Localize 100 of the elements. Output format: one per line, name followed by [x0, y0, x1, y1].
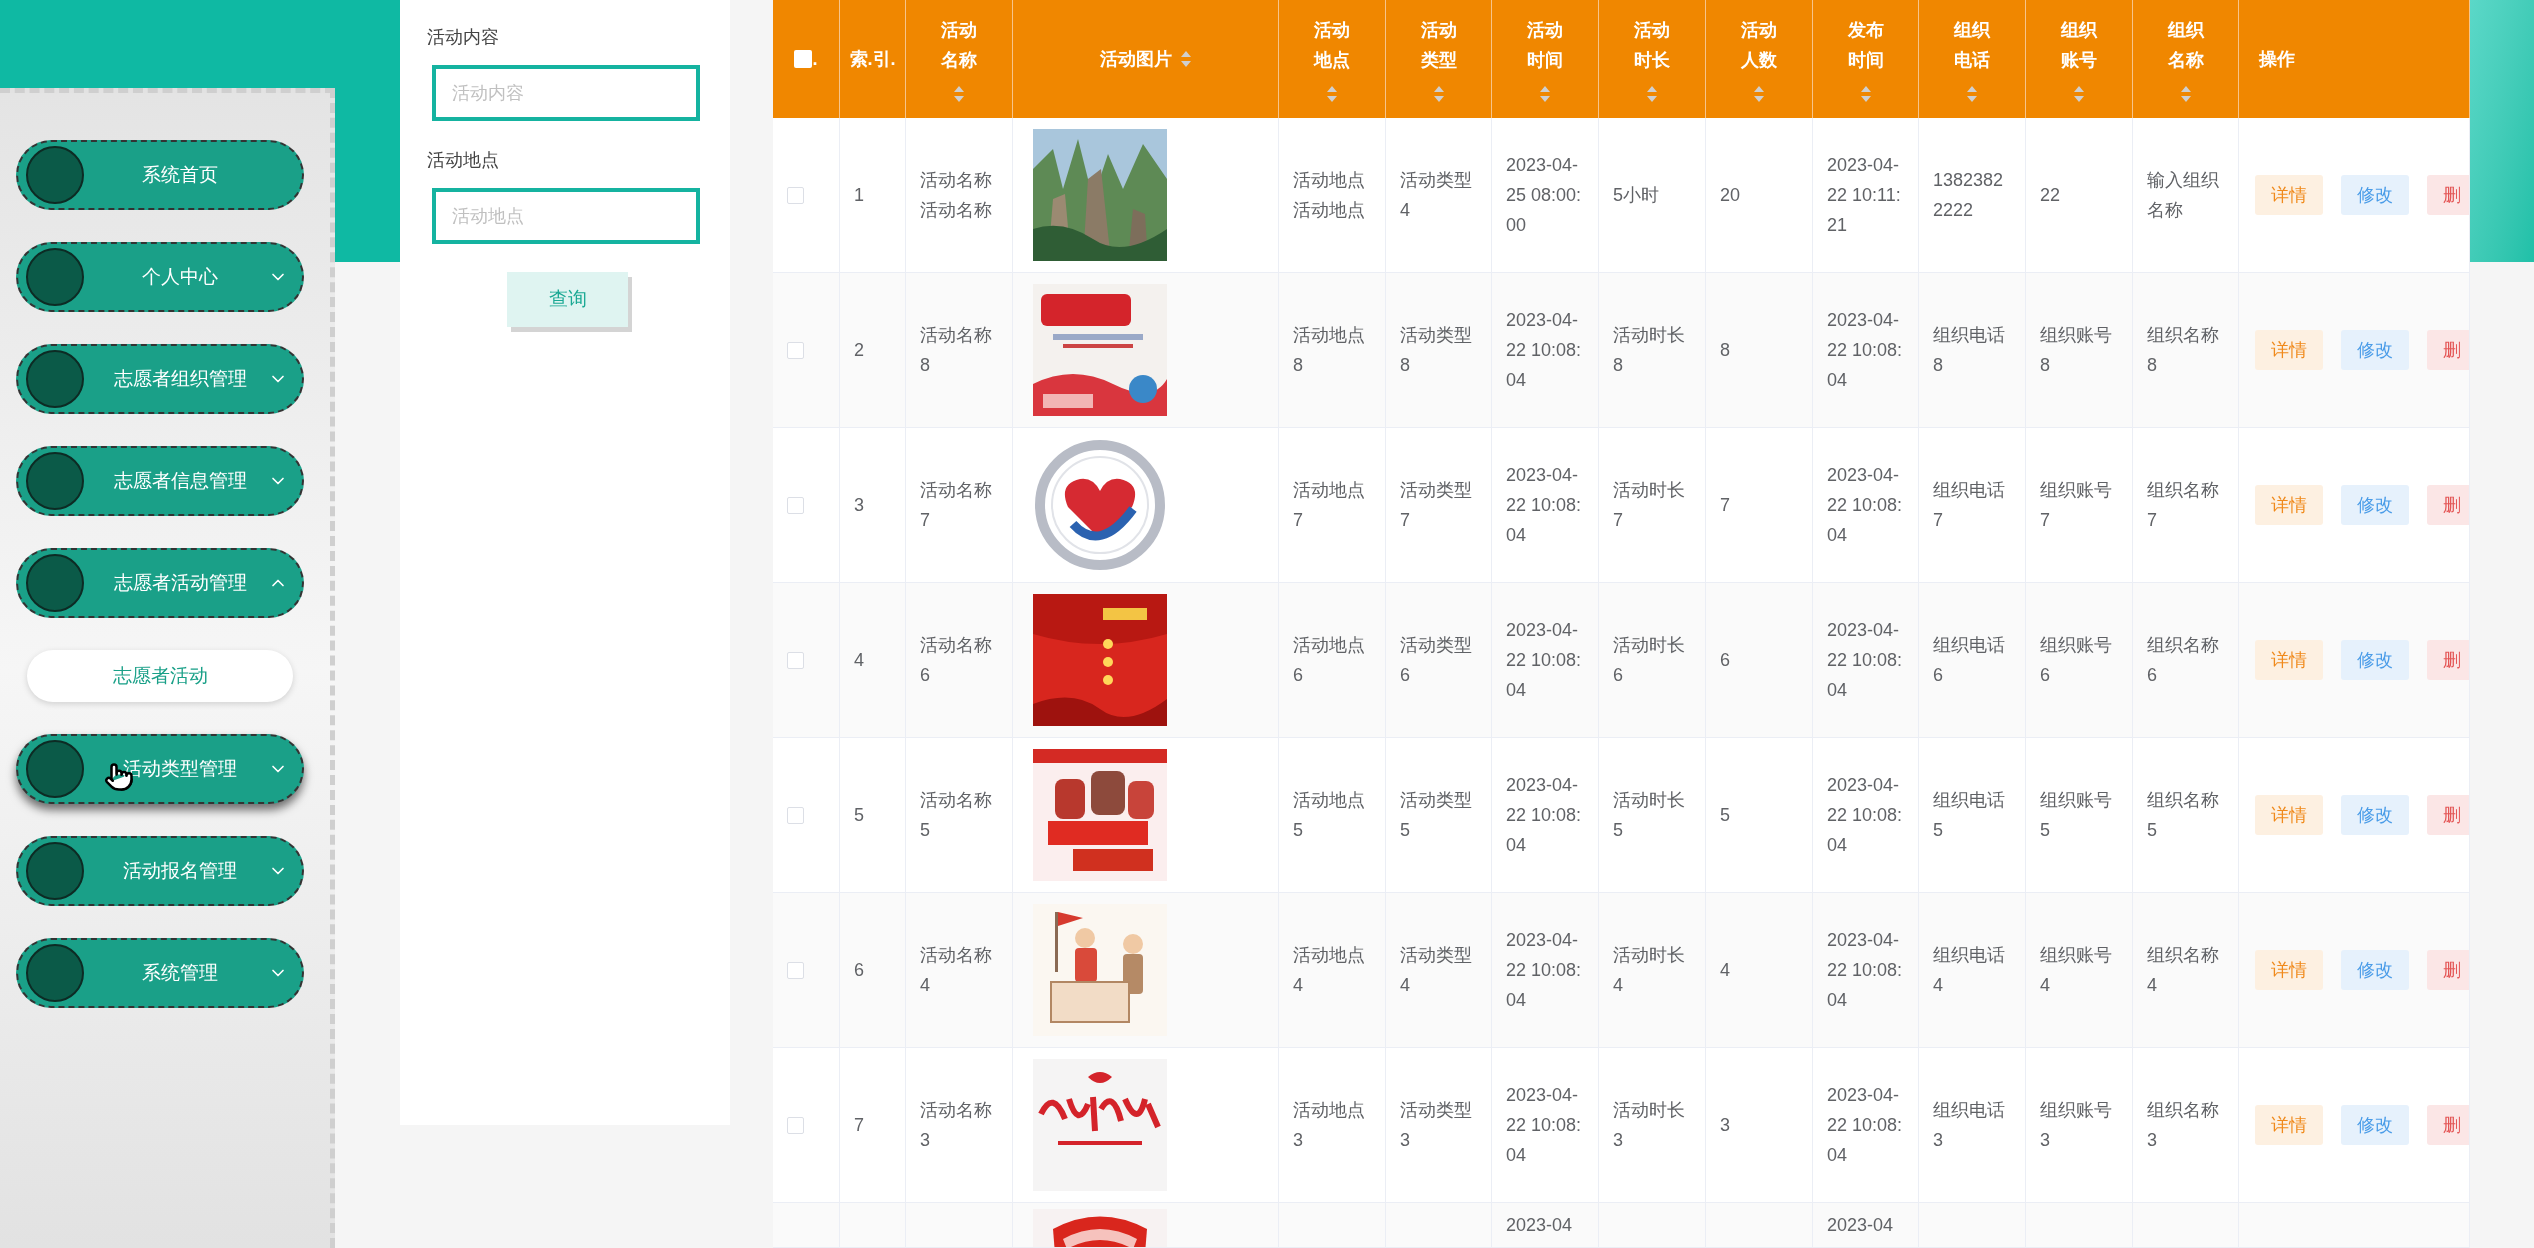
row-checkbox[interactable] [787, 806, 804, 824]
table-cell-text: 2023-04-22 10:08:04 [1826, 1084, 1904, 1167]
edit-button[interactable]: 修改 [2341, 1105, 2409, 1145]
table-cell-text: 2 [853, 339, 865, 362]
header-text[interactable]: 发布时间 [1846, 15, 1885, 75]
table-cell-text: 活动时长4 [1612, 944, 1686, 997]
table-cell-text: 组织账号8 [2039, 324, 2113, 377]
sort-icon[interactable] [1179, 50, 1192, 68]
table-cell-text: 2023-04-22 10:08:04 [1505, 1084, 1583, 1167]
sort-icon[interactable] [2179, 85, 2192, 103]
table-cell-text: 2023-04-22 10:08:04 [1826, 774, 1904, 857]
table-cell-text: 2023-04-22 10:08:04 [1505, 619, 1583, 702]
submenu-item[interactable]: 志愿者活动 [27, 650, 293, 702]
detail-button[interactable]: 详情 [2255, 640, 2323, 680]
sidebar-item[interactable]: 活动报名管理 [16, 836, 304, 906]
header-text: 操作 [2258, 47, 2296, 71]
search-field[interactable]: 活动地点 [432, 188, 700, 244]
header-text[interactable]: 活动时长 [1633, 15, 1671, 75]
row-checkbox[interactable] [787, 1116, 804, 1134]
table-cell-text: 6 [1719, 649, 1731, 672]
detail-button[interactable]: 详情 [2255, 175, 2323, 215]
detail-button[interactable]: 详情 [2255, 950, 2323, 990]
edit-button[interactable]: 修改 [2341, 175, 2409, 215]
header-text[interactable]: 组织名称 [2166, 15, 2205, 75]
table-cell-text: 13823822222 [1932, 169, 2005, 222]
delete-button[interactable]: 删 [2427, 1105, 2469, 1145]
edit-button[interactable]: 修改 [2341, 640, 2409, 680]
header-text[interactable]: 组织电话 [1953, 15, 1991, 75]
table-cell-text: 活动名称3 [919, 1099, 993, 1152]
delete-button[interactable]: 删 [2427, 640, 2469, 680]
sidebar-item[interactable]: 志愿者信息管理 [16, 446, 304, 516]
sort-icon[interactable] [1646, 85, 1658, 103]
header-text[interactable]: 活动人数 [1740, 15, 1778, 75]
header-text[interactable]: 索.引. [849, 44, 896, 74]
edit-button[interactable]: 修改 [2341, 795, 2409, 835]
table-cell-text: 2023-04-22 10:08:04 [1826, 619, 1904, 702]
table-cell-text: 8 [1719, 339, 1731, 362]
table-cell-text: 活动类型3 [1399, 1099, 1473, 1152]
table-cell-text: 活动名称6 [919, 634, 993, 687]
detail-button[interactable]: 详情 [2255, 485, 2323, 525]
edit-button[interactable]: 修改 [2341, 330, 2409, 370]
sort-icon[interactable] [1859, 85, 1872, 103]
row-checkbox[interactable] [787, 496, 804, 514]
sidebar-item[interactable]: 志愿者组织管理 [16, 344, 304, 414]
row-checkbox[interactable] [787, 186, 804, 204]
table-cell-text: 2023-04-22 10:08:04 [1826, 309, 1904, 392]
table-cell-text: 活动地点7 [1292, 479, 1366, 532]
table-cell-text: 组织电话4 [1932, 944, 2006, 997]
header-text[interactable]: 活动图片 [1099, 45, 1172, 73]
header-text: . [812, 47, 818, 71]
header-text[interactable]: 组织账号 [2060, 15, 2098, 75]
delete-button[interactable]: 删 [2427, 485, 2469, 525]
edit-button[interactable]: 修改 [2341, 485, 2409, 525]
table-cell-text: 活动地点4 [1292, 944, 1366, 997]
table-cell-text: 组织电话8 [1932, 324, 2006, 377]
sidebar-item[interactable]: 个人中心 [16, 242, 304, 312]
table-cell-text: 5小时 [1612, 184, 1660, 207]
row-checkbox[interactable] [787, 341, 804, 359]
table-cell-text: 活动时长7 [1612, 479, 1686, 532]
header-text[interactable]: 活动类型 [1419, 15, 1458, 75]
table-cell-text: 组织账号5 [2039, 789, 2113, 842]
table-cell-text: 2023-04-22 10:08:04 [1505, 309, 1583, 392]
search-field[interactable]: 活动内容 [432, 65, 700, 121]
sort-icon[interactable] [1326, 85, 1338, 103]
sort-icon[interactable] [1432, 85, 1445, 103]
table-cell-text: 活动时长8 [1612, 324, 1686, 377]
row-checkbox[interactable] [787, 961, 804, 979]
detail-button[interactable]: 详情 [2255, 330, 2323, 370]
sidebar-item[interactable]: 志愿者活动管理 [16, 548, 304, 618]
detail-button[interactable]: 详情 [2255, 795, 2323, 835]
table-cell-text: 5 [1719, 804, 1731, 827]
detail-button[interactable]: 详情 [2255, 1105, 2323, 1145]
field-label: 活动内容 [427, 26, 500, 49]
header-text[interactable]: 活动地点 [1313, 15, 1351, 75]
delete-button[interactable]: 删 [2427, 330, 2469, 370]
edit-button[interactable]: 修改 [2341, 950, 2409, 990]
field-label: 活动地点 [427, 149, 500, 172]
sidebar-item[interactable]: 系统首页 [16, 140, 304, 210]
sort-icon[interactable] [953, 85, 965, 103]
sidebar-item[interactable]: 系统管理 [16, 938, 304, 1008]
header-text[interactable]: 活动时间 [1526, 15, 1564, 75]
delete-button[interactable]: 删 [2427, 175, 2469, 215]
delete-button[interactable]: 删 [2427, 950, 2469, 990]
row-checkbox[interactable] [787, 651, 804, 669]
table-cell-text: 2023-04-25 08:00:00 [1505, 154, 1583, 237]
table-cell-text: 活动名称7 [919, 479, 993, 532]
table-cell-text: 活动时长3 [1612, 1099, 1686, 1152]
sort-icon[interactable] [1966, 85, 1978, 103]
sort-icon[interactable] [1753, 85, 1765, 103]
table-cell-text: 活动名称活动名称 [919, 169, 993, 222]
table-cell-text: 活动名称5 [919, 789, 993, 842]
table-cell-text: 组织名称5 [2146, 789, 2220, 842]
header-text[interactable]: 活动名称 [940, 15, 978, 75]
sort-icon[interactable] [1539, 85, 1551, 103]
delete-button[interactable]: 删 [2427, 795, 2469, 835]
table-cell-text: 3 [1719, 1114, 1731, 1137]
select-all-checkbox[interactable] [794, 50, 813, 68]
table-cell-text: 组织名称4 [2146, 944, 2220, 997]
table-cell-text: 3 [853, 494, 865, 517]
sort-icon[interactable] [2073, 85, 2085, 103]
